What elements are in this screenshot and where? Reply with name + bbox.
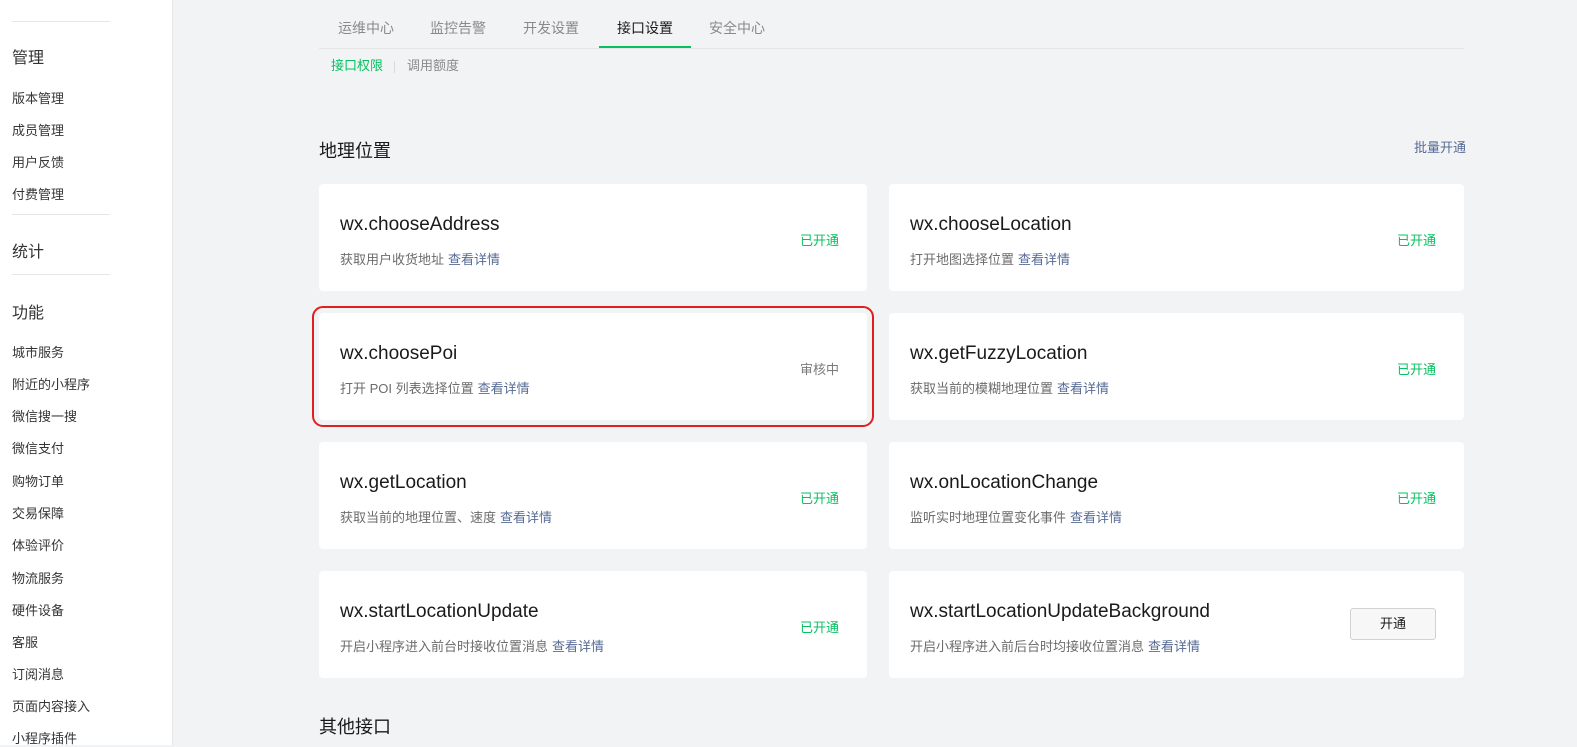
api-description-text: 获取当前的地理位置、速度 [340,510,497,525]
subtab-divider [394,61,395,73]
sidebar-item-city-service[interactable]: 城市服务 [12,342,64,361]
status-badge: 已开通 [799,491,839,506]
section-title-geo: 地理位置 [319,141,391,161]
sidebar-section-manage: 管理 [12,50,45,67]
api-description: 获取用户收货地址 查看详情 [340,249,500,268]
api-card-onLocationChange: wx.onLocationChange 监听实时地理位置变化事件 查看详情 已开通 [889,442,1464,549]
api-name: wx.onLocationChange [910,472,1099,493]
section-title-other: 其他接口 [319,717,391,737]
api-description-text: 获取用户收货地址 [340,252,445,267]
tab-ops-center[interactable]: 运维中心 [337,0,395,47]
api-card-chooseLocation: wx.chooseLocation 打开地图选择位置 查看详情 已开通 [889,184,1464,291]
subtab-api-permission[interactable]: 接口权限 [331,49,383,83]
api-description-text: 获取当前的模糊地理位置 [910,381,1054,396]
api-description-text: 开启小程序进入前后台时均接收位置消息 [910,639,1145,654]
view-details-link[interactable]: 查看详情 [1148,639,1200,654]
sidebar-divider [12,214,110,215]
sidebar-item-plugins[interactable]: 小程序插件 [12,728,77,747]
api-name: wx.getLocation [340,472,467,493]
sidebar-item-logistics[interactable]: 物流服务 [12,568,64,587]
sidebar-item-wechat-pay[interactable]: 微信支付 [12,438,64,457]
api-card-startLocationUpdateBackground: wx.startLocationUpdateBackground 开启小程序进入… [889,571,1464,678]
sidebar-item-payment-manage[interactable]: 付费管理 [12,184,64,203]
sidebar-item-orders[interactable]: 购物订单 [12,471,64,490]
api-description-text: 开启小程序进入前台时接收位置消息 [340,639,549,654]
sidebar-item-wechat-search[interactable]: 微信搜一搜 [12,406,77,425]
status-badge: 已开通 [1396,233,1436,248]
api-name: wx.choosePoi [340,343,458,364]
api-card-getLocation: wx.getLocation 获取当前的地理位置、速度 查看详情 已开通 [319,442,867,549]
api-name: wx.startLocationUpdateBackground [910,601,1210,622]
sidebar-item-feedback[interactable]: 用户反馈 [12,152,64,171]
api-name: wx.startLocationUpdate [340,601,539,622]
sidebar: 管理 版本管理 成员管理 用户反馈 付费管理 统计 功能 城市服务 附近的小程序… [0,0,173,747]
sidebar-item-customer-service[interactable]: 客服 [12,632,38,651]
tab-monitoring[interactable]: 监控告警 [429,0,487,47]
api-description: 获取当前的模糊地理位置 查看详情 [910,378,1109,397]
api-card-getFuzzyLocation: wx.getFuzzyLocation 获取当前的模糊地理位置 查看详情 已开通 [889,313,1464,420]
api-description-text: 打开 POI 列表选择位置 [340,381,474,396]
view-details-link[interactable]: 查看详情 [552,639,604,654]
api-description-text: 打开地图选择位置 [910,252,1015,267]
subtab-call-quota[interactable]: 调用额度 [407,49,459,83]
sidebar-item-members[interactable]: 成员管理 [12,120,64,139]
api-description: 开启小程序进入前台时接收位置消息 查看详情 [340,636,604,655]
view-details-link[interactable]: 查看详情 [1018,252,1070,267]
api-card-chooseAddress: wx.chooseAddress 获取用户收货地址 查看详情 已开通 [319,184,867,291]
view-details-link[interactable]: 查看详情 [1070,510,1122,525]
api-card-choosePoi: wx.choosePoi 打开 POI 列表选择位置 查看详情 审核中 [312,306,874,427]
settings-tabs: 运维中心 监控告警 开发设置 接口设置 安全中心 [319,0,1464,49]
api-name: wx.getFuzzyLocation [910,343,1088,364]
sidebar-item-hardware[interactable]: 硬件设备 [12,600,64,619]
status-badge: 已开通 [1396,491,1436,506]
sidebar-item-page-content[interactable]: 页面内容接入 [12,696,90,715]
api-name: wx.chooseLocation [910,214,1072,235]
sidebar-divider [12,274,110,275]
status-badge: 已开通 [1396,362,1436,377]
sidebar-item-nearby[interactable]: 附近的小程序 [12,374,90,393]
api-description: 监听实时地理位置变化事件 查看详情 [910,507,1122,526]
api-description-text: 监听实时地理位置变化事件 [910,510,1067,525]
sidebar-item-review[interactable]: 体验评价 [12,535,64,554]
subtabs: 接口权限 调用额度 [319,49,1464,83]
sidebar-item-subscribe-msg[interactable]: 订阅消息 [12,664,64,683]
view-details-link[interactable]: 查看详情 [1057,381,1109,396]
api-description: 开启小程序进入前后台时均接收位置消息 查看详情 [910,636,1200,655]
api-card-startLocationUpdate: wx.startLocationUpdate 开启小程序进入前台时接收位置消息查… [319,571,867,678]
api-description: 打开地图选择位置 查看详情 [910,249,1070,268]
view-details-link[interactable]: 查看详情 [478,381,530,396]
api-name: wx.chooseAddress [340,214,500,235]
batch-open-link[interactable]: 批量开通 [1414,137,1466,156]
sidebar-item-version[interactable]: 版本管理 [12,88,64,107]
status-badge: 已开通 [799,620,839,635]
status-badge: 已开通 [799,233,839,248]
sidebar-item-trade-guarantee[interactable]: 交易保障 [12,503,64,522]
sidebar-section-features: 功能 [12,305,45,322]
tab-security-center[interactable]: 安全中心 [708,0,766,47]
tab-dev-settings[interactable]: 开发设置 [522,0,580,47]
view-details-link[interactable]: 查看详情 [448,252,500,267]
tab-api-settings[interactable]: 接口设置 [599,0,691,48]
api-description: 获取当前的地理位置、速度 查看详情 [340,507,552,526]
status-badge: 审核中 [799,362,839,377]
api-description: 打开 POI 列表选择位置 查看详情 [340,378,530,397]
sidebar-section-stats[interactable]: 统计 [12,238,44,262]
open-button[interactable]: 开通 [1350,608,1436,640]
view-details-link[interactable]: 查看详情 [500,510,552,525]
sidebar-divider [12,21,110,22]
